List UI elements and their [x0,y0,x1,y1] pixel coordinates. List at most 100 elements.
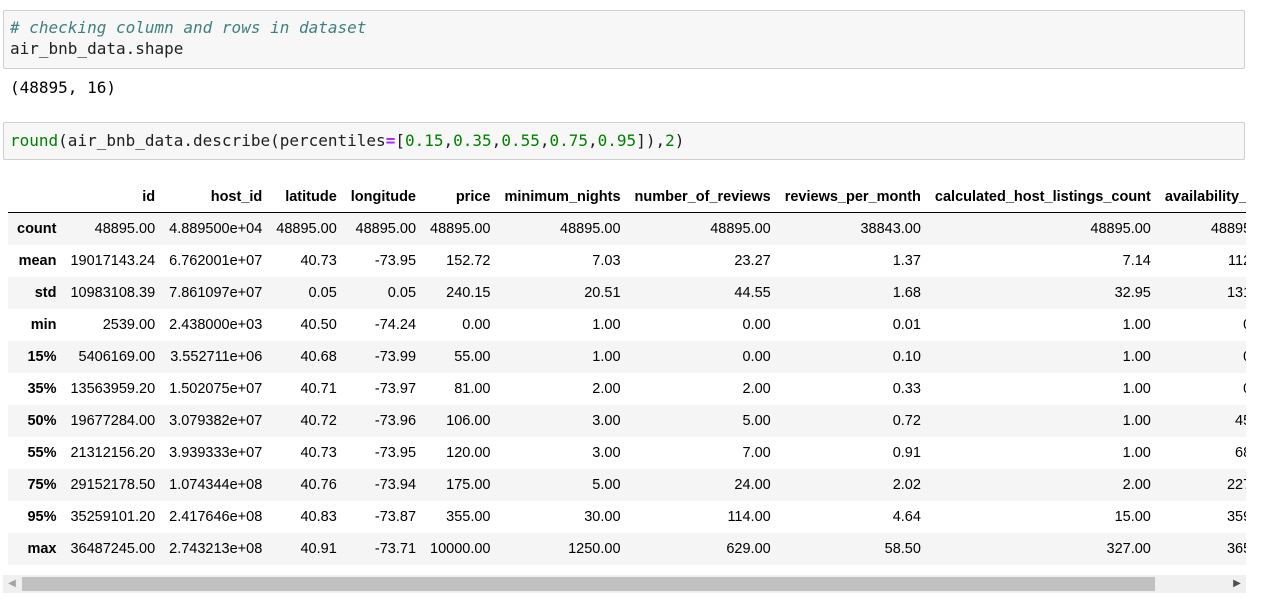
table-cell: 131.62 [1226,285,1246,301]
table-cell: 359.00 [1226,509,1246,525]
table-cell: 2539.00 [102,317,156,333]
row-label: std [34,285,57,301]
table-cell: 29152178.50 [70,477,156,493]
table-cell: 327.00 [1106,541,1151,557]
table-cell: 0.00 [1158,373,1246,405]
table-cell: 2.438000e+03 [169,317,263,333]
table-row: min 2539.00 2.438000e+03 40.50 -74.24 0.00 1.0… [8,309,1246,341]
table-cell: -73.99 [374,349,417,365]
table-cell: 106.00 [446,413,491,429]
table-cell: 0.33 [892,381,921,397]
table-cell: 19677284.00 [70,413,156,429]
table-cell: 5406169.00 [78,349,156,365]
table-cell: 48895.00 [276,221,337,237]
table-cell: 365.00 [1226,541,1246,557]
table-cell: 35259101.20 [70,509,156,525]
table-cell: 55.00 [454,349,491,365]
table-cell: 40.71 [300,381,337,397]
column-header: number_of_reviews [627,182,778,213]
table-cell: -73.96 [374,413,417,429]
table-cell: 1.68 [892,285,921,301]
code-comment: # checking column and rows in dataset [10,18,367,37]
table-cell: 0.00 [1158,309,1246,341]
table-cell: 48895.00 [94,221,156,237]
table-row: 35% 13563959.20 1.502075e+07 40.71 -73.97 81.… [8,373,1246,405]
table-cell: 19017143.24 [70,253,156,269]
table-cell: 15.00 [1114,509,1151,525]
table-cell: 24.00 [734,477,771,493]
row-label: min [30,317,57,333]
code-line: air_bnb_data.shape [10,39,184,58]
code-text: ]), [636,131,666,150]
table-cell: 36487245.00 [70,541,156,557]
table-cell: 152.72 [446,253,491,269]
table-row: 75% 29152178.50 1.074344e+08 40.76 -73.94 175… [8,469,1246,501]
dataframe-output: id host_id latitude longitude price mini… [0,176,1246,572]
row-label: mean [18,253,57,269]
table-cell: 40.73 [300,253,337,269]
table-cell: 48895.00 [710,221,771,237]
column-header: longitude [343,182,424,213]
column-header: id [63,182,163,213]
horizontal-scrollbar[interactable]: ◀ ▶ [3,575,1246,593]
table-cell: 0.05 [308,285,337,301]
table-cell: 81.00 [454,381,491,397]
table-cell: 2.00 [592,381,621,397]
row-label: 50% [27,413,57,429]
table-cell: 120.00 [446,445,491,461]
describe-table: id host_id latitude longitude price mini… [8,182,1246,565]
table-cell: 0.00 [742,317,771,333]
table-cell: 3.939333e+07 [169,445,263,461]
code-cell-shape[interactable]: # checking column and rows in dataset ai… [3,10,1245,69]
table-cell: 1.00 [1122,413,1151,429]
table-cell: 0.91 [892,445,921,461]
table-cell: 0.10 [892,349,921,365]
table-cell: 2.417646e+08 [169,509,263,525]
table-row: 95% 35259101.20 2.417646e+08 40.83 -73.87 355… [8,501,1246,533]
table-cell: -73.95 [374,253,417,269]
table-cell: 7.00 [742,445,771,461]
row-label: count [17,221,57,237]
table-cell: 1.00 [1122,381,1151,397]
code-number: 0.55 [501,131,540,150]
code-cell-describe[interactable]: round(air_bnb_data.describe(percentiles=… [3,122,1245,160]
table-cell: 175.00 [446,477,491,493]
row-label: 35% [27,381,57,397]
table-row: std 10983108.39 7.861097e+07 0.05 0.05 240.15… [8,277,1246,309]
table-cell: 58.50 [884,541,921,557]
row-label: 15% [27,349,57,365]
row-label: 95% [27,509,57,525]
table-cell: 13563959.20 [70,381,156,397]
table-row: count 48895.00 4.889500e+04 48895.00 48895.0… [8,212,1246,245]
table-cell: 4.64 [892,509,921,525]
code-number: 0.75 [549,131,589,150]
table-cell: 10983108.39 [70,285,156,301]
arrow-right-icon[interactable]: ▶ [1228,575,1246,593]
table-row: 50% 19677284.00 3.079382e+07 40.72 -73.96 106… [8,405,1246,437]
code-number: 0.95 [597,131,637,150]
arrow-left-icon[interactable]: ◀ [3,575,21,593]
table-cell: 227.00 [1226,477,1246,493]
table-cell: 1.00 [592,317,621,333]
table-cell: 48895.00 [430,221,491,237]
table-cell: 0.00 [462,317,491,333]
table-cell: 45.00 [1235,413,1246,429]
table-cell: 68.00 [1235,445,1246,461]
table-cell: 7.03 [592,253,621,269]
scrollbar-thumb[interactable] [22,577,1155,591]
table-cell: 0.00 [742,349,771,365]
table-cell: 0.72 [892,413,921,429]
table-cell: 48895.00 [1210,221,1246,237]
column-header: price [423,182,498,213]
table-cell: 21312156.20 [70,445,156,461]
table-cell: 355.00 [446,509,491,525]
table-cell: 3.00 [592,445,621,461]
code-text: , [443,131,454,150]
table-cell: 6.762001e+07 [169,253,263,269]
table-cell: 48895.00 [1090,221,1151,237]
row-label: 55% [27,445,57,461]
table-cell: 48895.00 [560,221,621,237]
table-cell: -73.71 [374,541,417,557]
table-cell: 1.00 [592,349,621,365]
table-cell: 2.00 [742,381,771,397]
